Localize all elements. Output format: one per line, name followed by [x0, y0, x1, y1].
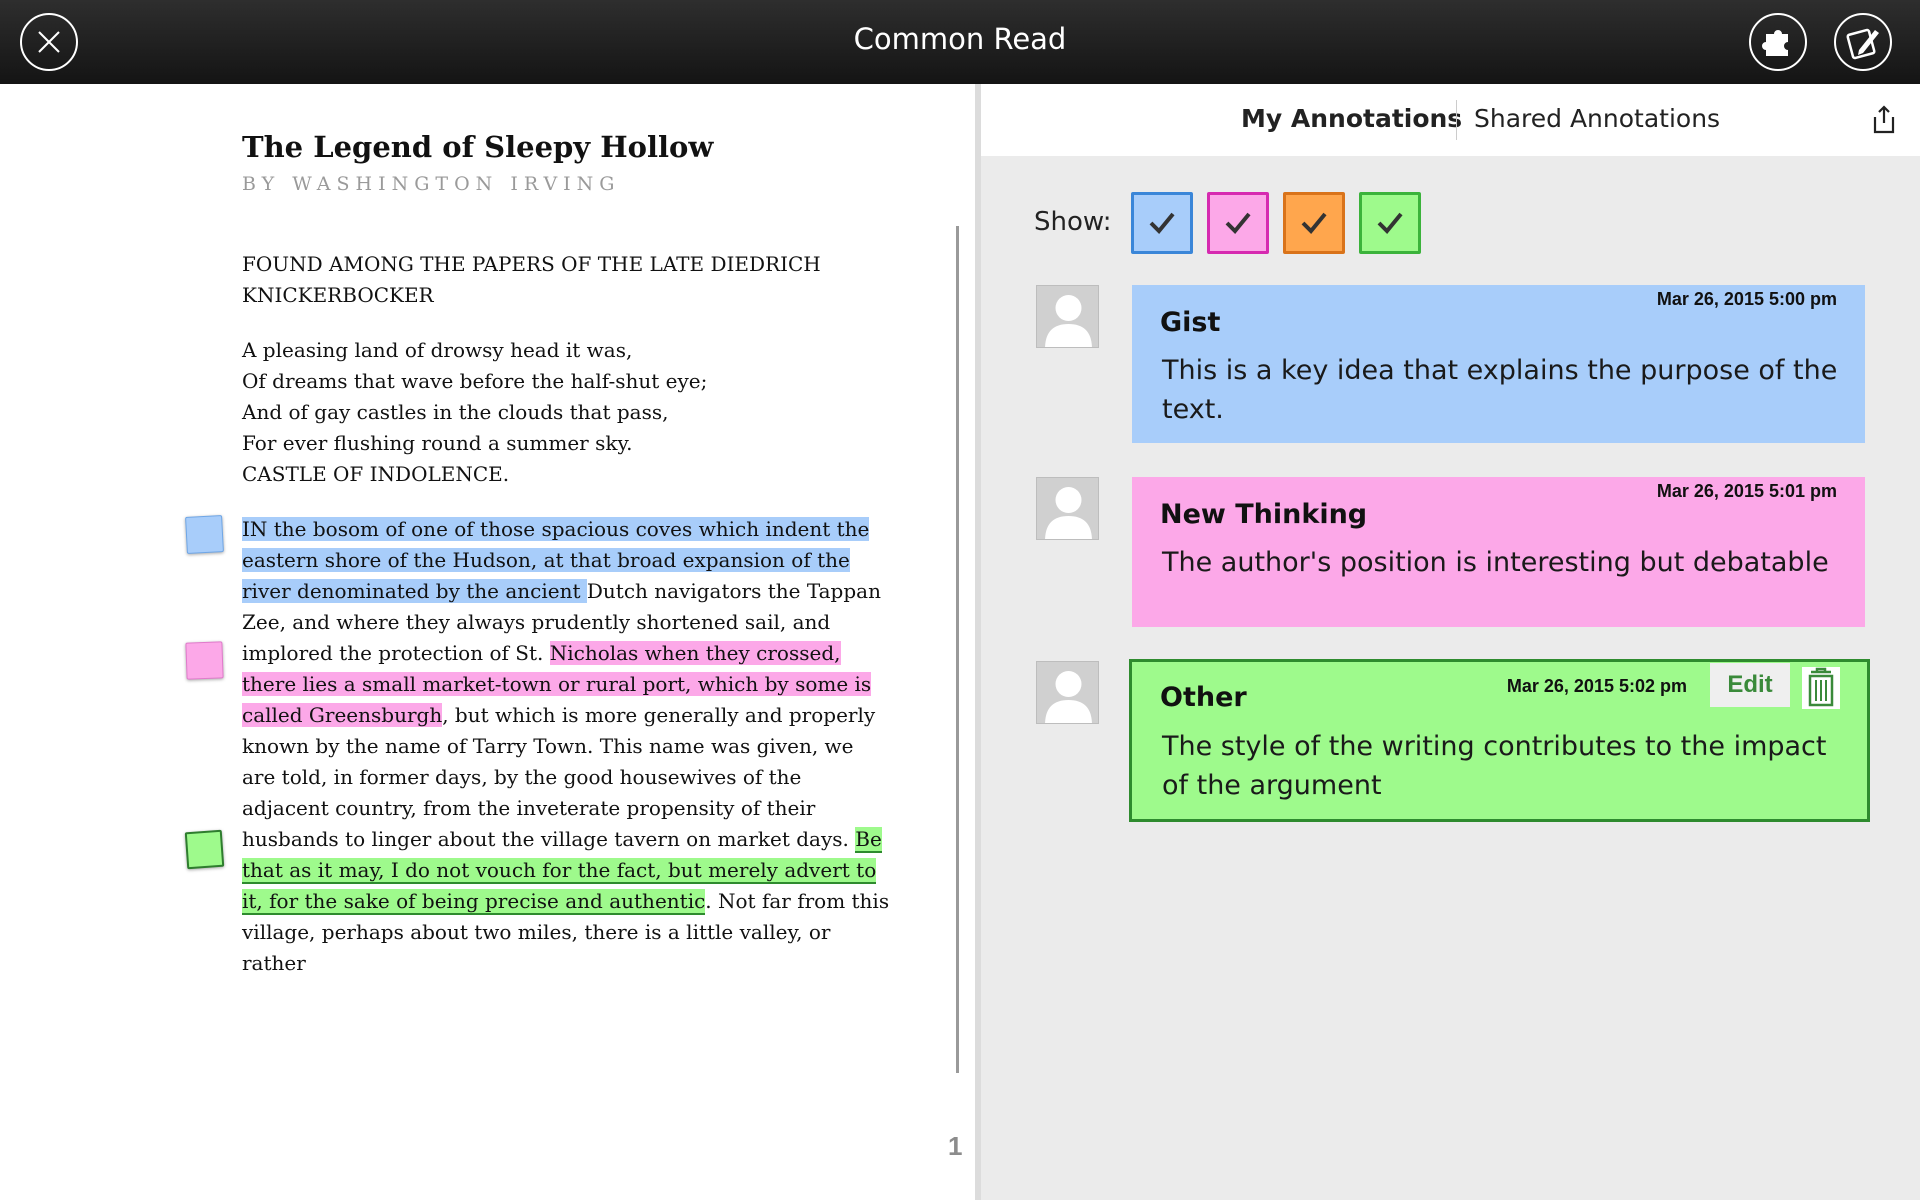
user-avatar-icon: [1045, 295, 1092, 347]
annotation-date: Mar 26, 2015 5:01 pm: [1656, 481, 1837, 501]
poem-line: Of dreams that wave before the half-shut…: [242, 369, 708, 393]
puzzle-icon: [1762, 30, 1788, 56]
annotation-card-other[interactable]: Mar 26, 2015 5:02 pm Edit Other The styl…: [1129, 659, 1870, 822]
document-author: BY WASHINGTON IRVING: [242, 173, 621, 195]
avatar: [1036, 477, 1099, 540]
show-label: Show:: [1034, 207, 1112, 237]
notebook-button[interactable]: [1834, 13, 1892, 71]
document-title: The Legend of Sleepy Hollow: [242, 130, 714, 164]
body-paragraph: IN the bosom of one of those spacious co…: [242, 514, 892, 979]
tab-my-annotations[interactable]: My Annotations: [1241, 104, 1462, 133]
notebook-pencil-icon: [1846, 28, 1879, 60]
reader-pane: The Legend of Sleepy Hollow BY WASHINGTO…: [0, 84, 975, 1200]
delete-button[interactable]: [1801, 666, 1841, 715]
share-icon: [1873, 105, 1895, 134]
avatar: [1036, 661, 1099, 724]
filter-blue-checkbox[interactable]: [1131, 192, 1193, 254]
annotation-date: Mar 26, 2015 5:00 pm: [1656, 289, 1837, 309]
annotation-body: The style of the writing contributes to …: [1162, 731, 1827, 801]
annotation-card-new-thinking[interactable]: Mar 26, 2015 5:01 pm New Thinking The au…: [1132, 477, 1865, 627]
poem-line: CASTLE OF INDOLENCE.: [242, 462, 510, 486]
annotation-card-gist[interactable]: Mar 26, 2015 5:00 pm Gist This is a key …: [1132, 285, 1865, 443]
top-bar: Common Read: [0, 0, 1920, 84]
annotations-pane: My Annotations Shared Annotations Show: …: [975, 84, 1920, 1200]
filter-pink-checkbox[interactable]: [1207, 192, 1269, 254]
tab-shared-annotations[interactable]: Shared Annotations: [1474, 104, 1720, 133]
user-avatar-icon: [1045, 487, 1092, 539]
annotation-body: The author's position is interesting but…: [1162, 547, 1829, 578]
poem-line: And of gay castles in the clouds that pa…: [242, 400, 669, 424]
heading-line: FOUND AMONG THE PAPERS OF THE LATE DIEDR…: [242, 252, 821, 276]
poem-line: For ever flushing round a summer sky.: [242, 431, 633, 455]
filter-green-checkbox[interactable]: [1359, 192, 1421, 254]
filter-orange-checkbox[interactable]: [1283, 192, 1345, 254]
annotation-body: This is a key idea that explains the pur…: [1162, 355, 1838, 425]
annotation-tag: New Thinking: [1160, 499, 1368, 530]
epigraph-poem: A pleasing land of drowsy head it was, O…: [242, 335, 902, 490]
trash-icon: [1802, 667, 1840, 709]
document-heading: FOUND AMONG THE PAPERS OF THE LATE DIEDR…: [242, 249, 902, 311]
puzzle-button[interactable]: [1749, 13, 1807, 71]
share-button[interactable]: [1871, 105, 1897, 140]
sticky-note-green[interactable]: [184, 829, 225, 870]
annotation-tag: Other: [1160, 682, 1247, 713]
checkmark-icon: [1225, 212, 1251, 234]
heading-line: KNICKERBOCKER: [242, 283, 434, 307]
edit-button[interactable]: Edit: [1710, 663, 1790, 707]
tab-divider: [1456, 100, 1457, 140]
checkmark-icon: [1377, 212, 1403, 234]
sticky-note-blue[interactable]: [185, 515, 224, 554]
avatar: [1036, 285, 1099, 348]
checkmark-icon: [1149, 212, 1175, 234]
user-avatar-icon: [1045, 671, 1092, 723]
poem-line: A pleasing land of drowsy head it was,: [242, 338, 633, 362]
annotation-date: Mar 26, 2015 5:02 pm: [1506, 676, 1687, 696]
sticky-note-pink[interactable]: [185, 641, 224, 680]
app-title: Common Read: [853, 22, 1067, 56]
annotation-tag: Gist: [1160, 307, 1221, 338]
checkmark-icon: [1301, 212, 1327, 234]
annotation-tabs: My Annotations Shared Annotations: [981, 84, 1920, 156]
scrollbar[interactable]: [956, 226, 959, 1073]
page-number: 1: [948, 1131, 963, 1161]
